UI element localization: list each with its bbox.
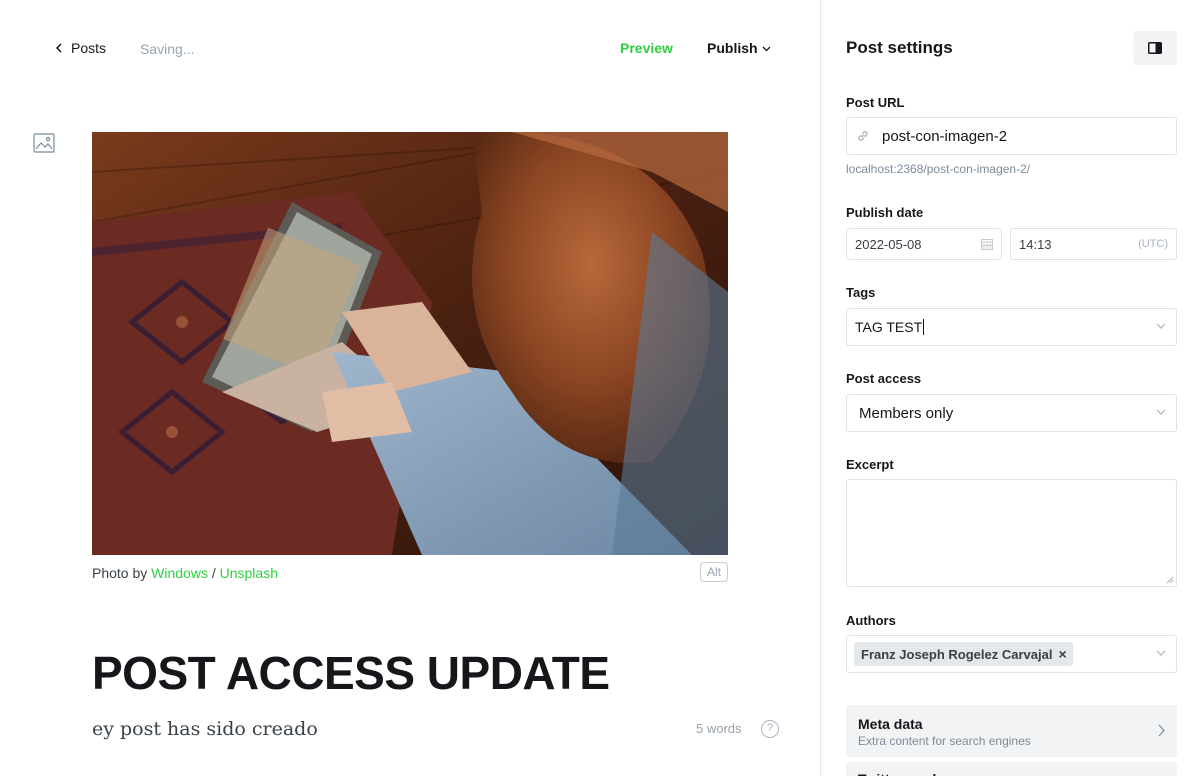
timezone-label: (UTC) <box>1138 238 1168 250</box>
save-status: Saving... <box>140 41 195 57</box>
caption-source-link[interactable]: Unsplash <box>220 565 278 581</box>
authors-input[interactable]: Franz Joseph Rogelez Carvajal × <box>846 635 1177 673</box>
excerpt-textarea[interactable] <box>846 479 1177 587</box>
publish-date-label: Publish date <box>846 205 924 220</box>
link-icon <box>858 131 868 141</box>
post-access-value: Members only <box>859 404 954 422</box>
chevron-left-icon <box>55 43 62 53</box>
feature-image-photo <box>92 132 728 555</box>
chevron-down-icon <box>762 46 771 52</box>
chevron-down-icon <box>1156 409 1166 415</box>
chevron-down-icon <box>1156 650 1166 656</box>
settings-title: Post settings <box>846 38 953 57</box>
back-to-posts-link[interactable]: Posts <box>55 40 106 56</box>
caption-separator: / <box>207 565 220 581</box>
caption-author-link[interactable]: Windows <box>151 565 208 581</box>
back-link-label: Posts <box>71 40 107 56</box>
word-count: 5 words <box>696 721 742 736</box>
author-chip[interactable]: Franz Joseph Rogelez Carvajal × <box>854 642 1073 666</box>
image-card-icon[interactable] <box>33 132 55 154</box>
publish-time-value: 14:13 <box>1019 236 1052 252</box>
post-url-input[interactable]: post-con-imagen-2 <box>846 117 1177 155</box>
calendar-icon <box>981 239 993 250</box>
feature-image[interactable] <box>92 132 728 555</box>
excerpt-label: Excerpt <box>846 457 894 472</box>
meta-data-row[interactable]: Meta data Extra content for search engin… <box>846 705 1177 757</box>
resize-handle-icon[interactable] <box>1166 576 1174 584</box>
text-cursor <box>923 319 925 335</box>
publish-button[interactable]: Publish <box>707 40 771 56</box>
caption-prefix: Photo by <box>92 565 152 581</box>
post-access-label: Post access <box>846 371 922 386</box>
post-url-hint: localhost:2368/post-con-imagen-2/ <box>846 162 1031 176</box>
sidebar-icon <box>1148 42 1162 54</box>
publish-time-input[interactable]: 14:13 (UTC) <box>1010 228 1177 260</box>
image-caption[interactable]: Photo by Windows / Unsplash <box>92 565 278 581</box>
help-icon[interactable]: ? <box>761 720 779 738</box>
chevron-down-icon <box>1156 323 1166 329</box>
meta-data-subtitle: Extra content for search engines <box>858 734 1031 748</box>
post-access-select[interactable]: Members only <box>846 394 1177 432</box>
publish-date-input[interactable]: 2022-05-08 <box>846 228 1002 260</box>
tags-label: Tags <box>846 285 876 300</box>
publish-button-label: Publish <box>707 40 758 56</box>
alt-text-button[interactable]: Alt <box>700 562 728 582</box>
remove-author-icon[interactable]: × <box>1058 646 1066 662</box>
post-url-value: post-con-imagen-2 <box>882 127 1008 145</box>
post-body[interactable]: ey post has sido creado <box>92 718 318 740</box>
post-settings-panel: Post settings Post URL post-con-imagen-2… <box>820 0 1200 776</box>
editor-pane: Posts Saving... Preview Publish Photo by… <box>0 0 820 776</box>
editor-topbar: Posts Saving... Preview Publish <box>0 0 820 96</box>
publish-date-value: 2022-05-08 <box>855 236 922 252</box>
author-name: Franz Joseph Rogelez Carvajal <box>861 646 1053 662</box>
authors-label: Authors <box>846 613 896 628</box>
twitter-card-row[interactable]: Twitter card <box>846 762 1177 776</box>
tags-input[interactable]: TAG TEST <box>846 308 1177 346</box>
preview-button[interactable]: Preview <box>620 40 673 56</box>
post-url-label: Post URL <box>846 95 905 110</box>
chevron-right-icon <box>1158 724 1165 737</box>
tags-value: TAG TEST <box>855 319 923 335</box>
sidebar-toggle-button[interactable] <box>1133 31 1177 65</box>
meta-data-title: Meta data <box>858 716 923 732</box>
post-title[interactable]: POST ACCESS UPDATE <box>92 646 610 700</box>
